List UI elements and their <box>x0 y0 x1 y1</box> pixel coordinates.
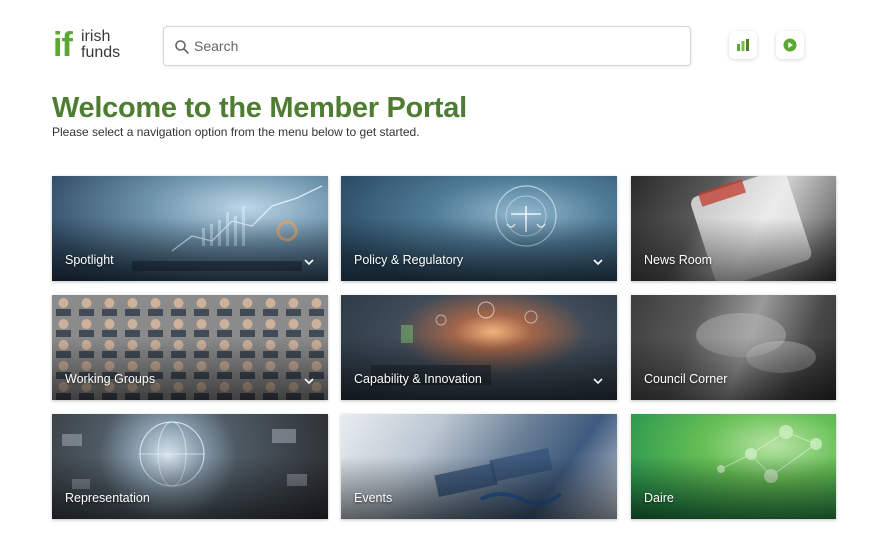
chevron-down-icon[interactable] <box>593 376 603 386</box>
tile-council-corner[interactable]: Council Corner <box>631 295 836 400</box>
tile-shade <box>631 218 836 281</box>
tile-working-groups[interactable]: Working Groups <box>52 295 328 400</box>
tile-shade <box>341 218 617 281</box>
tile-representation[interactable]: Representation <box>52 414 328 519</box>
tile-shade <box>631 337 836 400</box>
tile-label: Policy & Regulatory <box>354 253 464 267</box>
page-title: Welcome to the Member Portal <box>52 92 467 124</box>
tile-label: Spotlight <box>65 253 114 267</box>
play-icon <box>783 38 797 52</box>
tile-policy-regulatory[interactable]: Policy & Regulatory <box>341 176 617 281</box>
analytics-button[interactable] <box>729 31 757 59</box>
play-button[interactable] <box>776 31 804 59</box>
tile-spotlight[interactable]: Spotlight <box>52 176 328 281</box>
tile-label: News Room <box>644 253 713 267</box>
logo-line-2: funds <box>81 44 121 61</box>
tile-shade <box>52 218 328 281</box>
tile-label: Council Corner <box>644 372 728 386</box>
tile-daire[interactable]: Daire <box>631 414 836 519</box>
tile-shade <box>52 337 328 400</box>
tile-label: Events <box>354 491 393 505</box>
irish-funds-logo[interactable]: if irish funds <box>53 28 133 64</box>
logo-wordmark: irish funds <box>81 29 120 61</box>
bar-chart-icon <box>737 39 749 51</box>
tile-label: Daire <box>644 491 674 505</box>
search-bar[interactable] <box>163 26 691 66</box>
logo-mark: if <box>53 26 73 64</box>
tile-capability-innovation[interactable]: Capability & Innovation <box>341 295 617 400</box>
chevron-down-icon[interactable] <box>304 257 314 267</box>
search-icon <box>175 40 189 54</box>
tile-label: Representation <box>65 491 150 505</box>
tile-shade <box>341 456 617 519</box>
tile-shade <box>341 337 617 400</box>
page-subtitle: Please select a navigation option from t… <box>52 125 420 139</box>
tile-shade <box>52 456 328 519</box>
chevron-down-icon[interactable] <box>304 376 314 386</box>
tile-label: Capability & Innovation <box>354 372 482 386</box>
tile-news-room[interactable]: News Room <box>631 176 836 281</box>
search-input[interactable] <box>194 27 684 65</box>
tile-shade <box>631 456 836 519</box>
tile-label: Working Groups <box>65 372 156 386</box>
logo-line-1: irish <box>81 28 111 45</box>
tile-events[interactable]: Events <box>341 414 617 519</box>
chevron-down-icon[interactable] <box>593 257 603 267</box>
